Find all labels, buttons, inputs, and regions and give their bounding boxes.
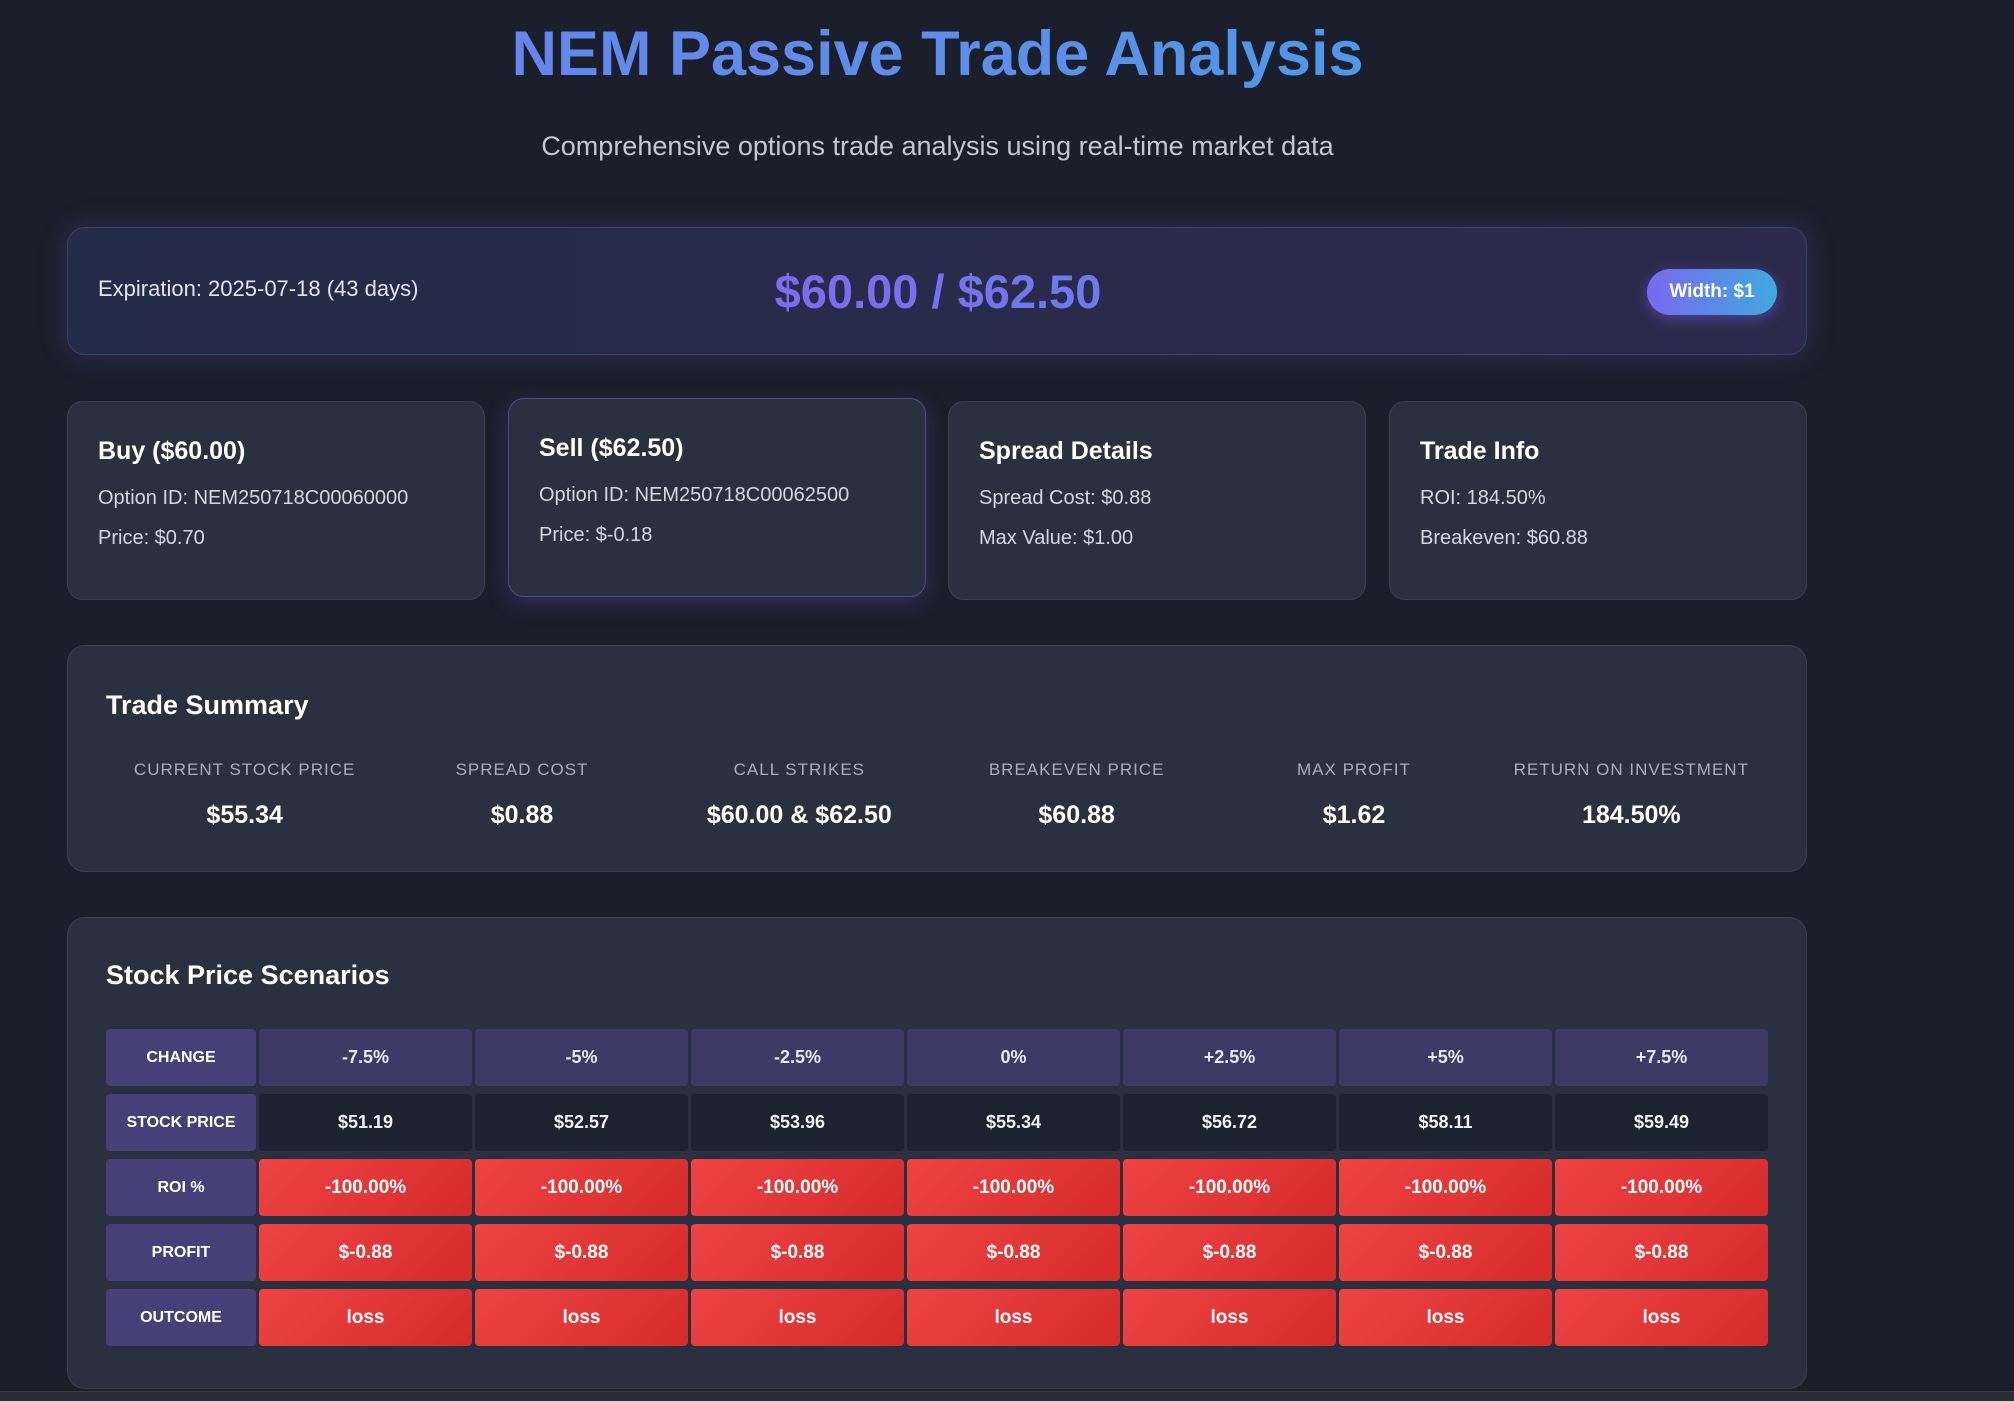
sell-leg-title: Sell ($62.50) — [539, 434, 684, 462]
scenarios-title: Stock Price Scenarios — [106, 960, 390, 990]
metric-value: $60.88 — [1038, 801, 1115, 829]
profit-cell: $-0.88 — [1123, 1224, 1336, 1281]
spread-max-value: Max Value: $1.00 — [979, 527, 1134, 549]
scenarios-panel: Stock Price Scenarios CHANGE -7.5% -5% -… — [67, 917, 1807, 1389]
spread-details-title: Spread Details — [979, 437, 1153, 465]
stock-price-cell: $53.96 — [691, 1094, 904, 1151]
change-cell: 0% — [907, 1029, 1120, 1086]
outcome-cell: loss — [907, 1289, 1120, 1346]
metric-call-strikes: CALL STRIKES $60.00 & $62.50 — [661, 760, 938, 830]
page: NEM Passive Trade Analysis Comprehensive… — [0, 0, 2014, 1401]
roi-cell: -100.00% — [1555, 1159, 1768, 1216]
page-subtitle: Comprehensive options trade analysis usi… — [541, 131, 1334, 161]
metric-current-stock-price: CURRENT STOCK PRICE $55.34 — [106, 760, 383, 830]
trade-info-title: Trade Info — [1420, 437, 1540, 465]
metric-max-profit: MAX PROFIT $1.62 — [1215, 760, 1492, 830]
change-cell: -2.5% — [691, 1029, 904, 1086]
change-cell: -5% — [475, 1029, 688, 1086]
roi-cell: -100.00% — [691, 1159, 904, 1216]
metric-label: CALL STRIKES — [733, 760, 865, 779]
trade-info-card: Trade Info ROI: 184.50% Breakeven: $60.8… — [1389, 401, 1807, 600]
profit-cell: $-0.88 — [907, 1224, 1120, 1281]
metric-breakeven-price: BREAKEVEN PRICE $60.88 — [938, 760, 1215, 830]
scenarios-table: CHANGE -7.5% -5% -2.5% 0% +2.5% +5% +7.5… — [106, 1029, 1768, 1346]
profit-cell: $-0.88 — [259, 1224, 472, 1281]
spread-details-card: Spread Details Spread Cost: $0.88 Max Va… — [948, 401, 1366, 600]
expiration-text: Expiration: 2025-07-18 (43 days) — [98, 276, 419, 301]
row-header-roi: ROI % — [106, 1159, 256, 1216]
outcome-cell: loss — [259, 1289, 472, 1346]
trade-summary-title: Trade Summary — [106, 690, 309, 720]
outcome-cell: loss — [691, 1289, 904, 1346]
outcome-cell: loss — [1339, 1289, 1552, 1346]
metric-value: $1.62 — [1322, 801, 1386, 829]
metric-label: RETURN ON INVESTMENT — [1513, 760, 1749, 779]
metric-value: $55.34 — [206, 801, 283, 829]
row-header-outcome: OUTCOME — [106, 1289, 256, 1346]
trade-breakeven: Breakeven: $60.88 — [1420, 527, 1588, 549]
width-badge: Width: $1 — [1647, 269, 1777, 315]
trade-summary-panel: Trade Summary CURRENT STOCK PRICE $55.34… — [67, 645, 1807, 872]
change-cell: +7.5% — [1555, 1029, 1768, 1086]
stock-price-cell: $55.34 — [907, 1094, 1120, 1151]
row-header-profit: PROFIT — [106, 1224, 256, 1281]
page-title: NEM Passive Trade Analysis — [0, 14, 1875, 94]
stock-price-cell: $52.57 — [475, 1094, 688, 1151]
strike-banner: Expiration: 2025-07-18 (43 days) $60.00 … — [67, 227, 1807, 355]
buy-leg-card: Buy ($60.00) Option ID: NEM250718C000600… — [67, 401, 485, 600]
stock-price-cell: $59.49 — [1555, 1094, 1768, 1151]
roi-cell: -100.00% — [475, 1159, 688, 1216]
profit-cell: $-0.88 — [691, 1224, 904, 1281]
window-bottom-edge — [0, 1391, 2014, 1401]
metric-label: BREAKEVEN PRICE — [988, 760, 1165, 779]
metric-label: CURRENT STOCK PRICE — [133, 760, 356, 779]
buy-price: Price: $0.70 — [98, 527, 205, 549]
sell-price: Price: $-0.18 — [539, 524, 653, 546]
change-cell: +5% — [1339, 1029, 1552, 1086]
outcome-cell: loss — [1123, 1289, 1336, 1346]
trade-roi: ROI: 184.50% — [1420, 487, 1546, 509]
metric-value: $0.88 — [490, 801, 554, 829]
stock-price-cell: $56.72 — [1123, 1094, 1336, 1151]
spread-cost: Spread Cost: $0.88 — [979, 487, 1152, 509]
profit-cell: $-0.88 — [1339, 1224, 1552, 1281]
metric-return-on-investment: RETURN ON INVESTMENT 184.50% — [1493, 760, 1770, 830]
roi-cell: -100.00% — [907, 1159, 1120, 1216]
metric-spread-cost: SPREAD COST $0.88 — [383, 760, 660, 830]
summary-metrics: CURRENT STOCK PRICE $55.34 SPREAD COST $… — [106, 760, 1770, 830]
metric-label: SPREAD COST — [455, 760, 589, 779]
stock-price-cell: $51.19 — [259, 1094, 472, 1151]
profit-cell: $-0.88 — [1555, 1224, 1768, 1281]
roi-cell: -100.00% — [1123, 1159, 1336, 1216]
change-cell: +2.5% — [1123, 1029, 1336, 1086]
buy-option-id: Option ID: NEM250718C00060000 — [98, 487, 409, 509]
sell-option-id: Option ID: NEM250718C00062500 — [539, 484, 850, 506]
sell-leg-card: Sell ($62.50) Option ID: NEM250718C00062… — [508, 398, 926, 597]
metric-label: MAX PROFIT — [1297, 760, 1411, 779]
metric-value: $60.00 & $62.50 — [706, 801, 892, 829]
roi-cell: -100.00% — [259, 1159, 472, 1216]
row-header-change: CHANGE — [106, 1029, 256, 1086]
change-cell: -7.5% — [259, 1029, 472, 1086]
outcome-cell: loss — [475, 1289, 688, 1346]
profit-cell: $-0.88 — [475, 1224, 688, 1281]
outcome-cell: loss — [1555, 1289, 1768, 1346]
buy-leg-title: Buy ($60.00) — [98, 437, 246, 465]
row-header-stock-price: STOCK PRICE — [106, 1094, 256, 1151]
stock-price-cell: $58.11 — [1339, 1094, 1552, 1151]
roi-cell: -100.00% — [1339, 1159, 1552, 1216]
metric-value: 184.50% — [1581, 801, 1681, 829]
